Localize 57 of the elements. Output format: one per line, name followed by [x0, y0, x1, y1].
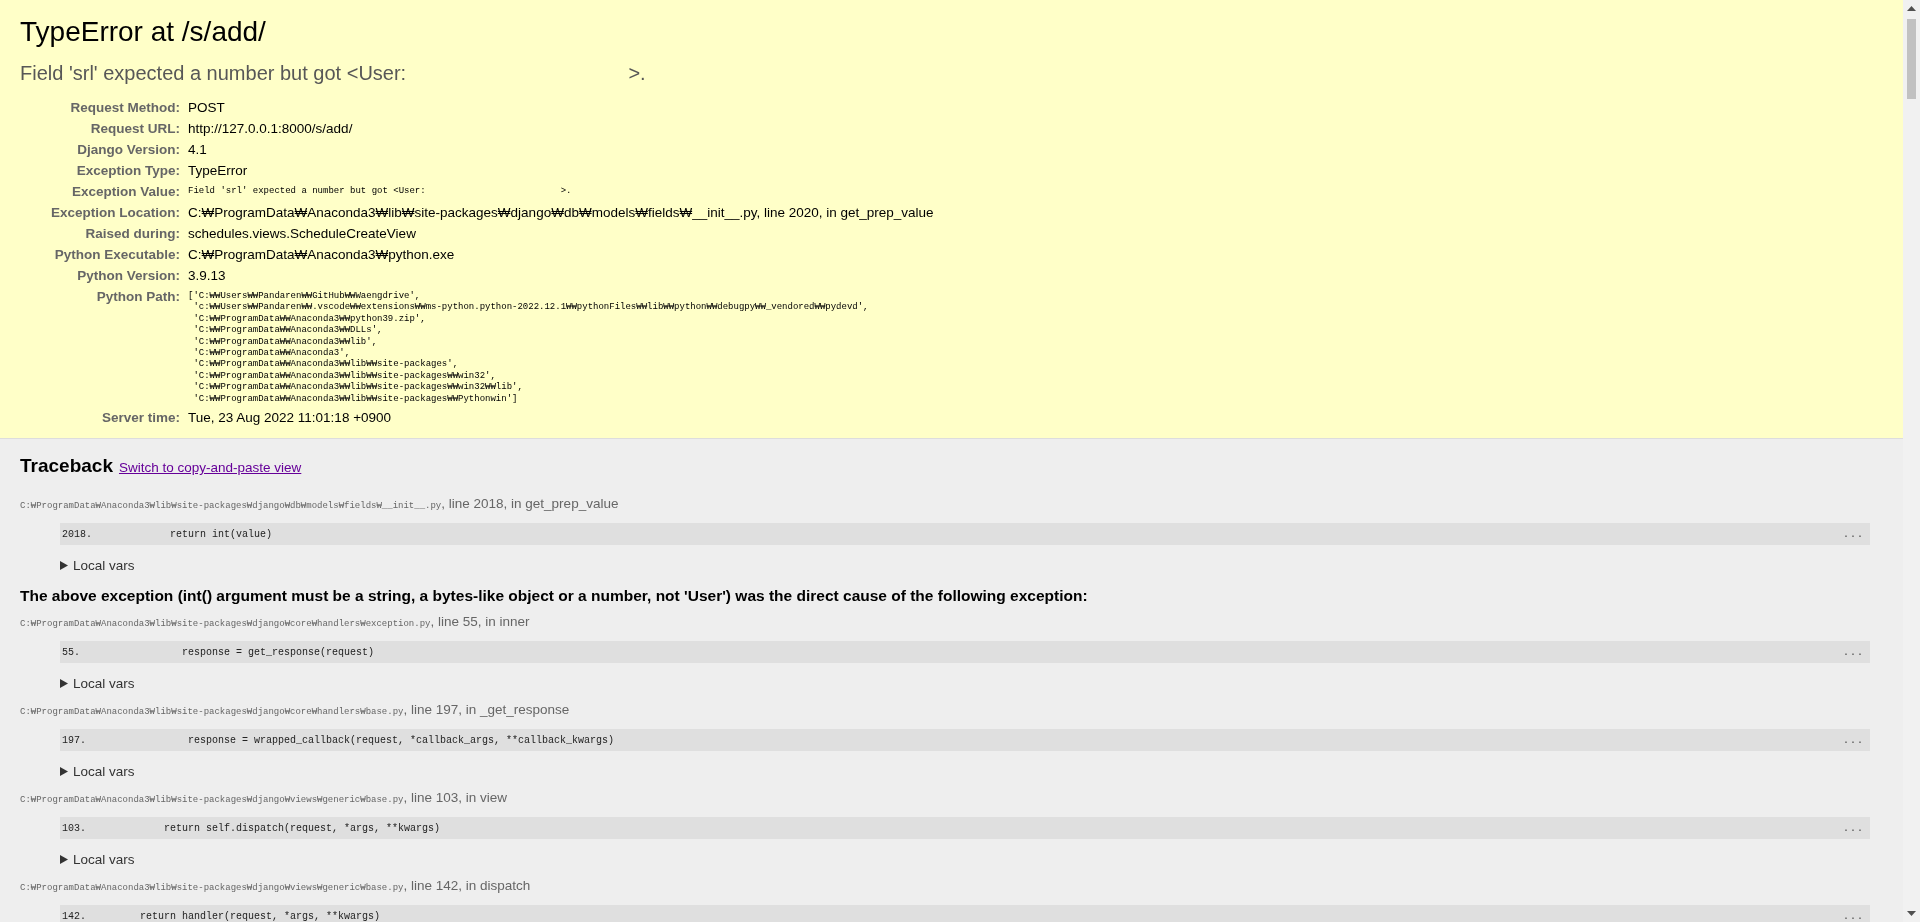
meta-label: Python Version:: [20, 265, 188, 286]
line-info: , line 103, in view: [403, 790, 508, 806]
meta-label: Request Method:: [69, 99, 181, 117]
path-line: 'C:₩₩ProgramData₩₩Anaconda3₩₩python39.zip',: [192, 313, 427, 325]
path-line: 'C:₩₩ProgramData₩₩Anaconda3₩₩DLLs',: [192, 325, 384, 337]
line-info: , line 2018, in get_prep_value: [441, 496, 619, 512]
line-info: , line 142, in dispatch: [403, 878, 531, 894]
triangle-icon[interactable]: [60, 855, 68, 865]
path-line: 'C:₩₩ProgramData₩₩Anaconda3',: [192, 348, 352, 359]
file-path: C:₩ProgramData₩Anaconda3₩lib₩site-packages₩django₩db₩models₩fields₩__init__.py: [20, 501, 442, 512]
meta-value: 4.1: [188, 142, 207, 157]
scroll-up-icon[interactable]: [1907, 6, 1916, 11]
meta-label: Server time:: [20, 407, 188, 429]
triangle-icon[interactable]: [60, 561, 68, 571]
section-title: Traceback: [20, 455, 113, 478]
meta-label: Raised during:: [20, 223, 188, 244]
path-line: 'C:₩₩ProgramData₩₩Anaconda3₩₩lib₩₩site-packages',: [192, 359, 460, 371]
scrollbar-thumb[interactable]: [1907, 19, 1916, 99]
meta-value: 3.9.13: [188, 268, 226, 283]
cause-message: The above exception (int() argument must be a string, a bytes-like object or a number, not 'User') was the direct cause of the following exception:: [20, 587, 1089, 606]
path-line: 'c:₩₩Users₩₩Pandaren₩₩.vscode₩₩extensions₩₩ms-python.python-2022.12.1₩₩pythonFiles₩₩lib₩₩python₩₩debugpy₩₩_vendored₩₩pydevd',: [192, 302, 870, 314]
local-vars-toggle[interactable]: Local vars: [73, 676, 135, 692]
line-info: , line 55, in inner: [430, 614, 530, 630]
file-path: C:₩ProgramData₩Anaconda3₩lib₩site-packages₩django₩views₩generic₩base.py: [20, 883, 404, 894]
triangle-icon[interactable]: [60, 767, 68, 777]
path-line: 'C:₩₩ProgramData₩₩Anaconda3₩₩lib',: [192, 336, 379, 348]
file-path: C:₩ProgramData₩Anaconda3₩lib₩site-packages₩django₩views₩generic₩base.py: [20, 795, 404, 806]
meta-label: Exception Type:: [20, 160, 188, 181]
meta-value: schedules.views.ScheduleCreateView: [188, 226, 416, 241]
meta-label: Python Path:: [95, 288, 181, 306]
local-vars-toggle[interactable]: Local vars: [73, 764, 135, 780]
file-path: C:₩ProgramData₩Anaconda3₩lib₩site-packages₩django₩core₩handlers₩exception.py: [20, 619, 431, 630]
meta-value: Field 'srl' expected a number but got <User: >.: [188, 186, 572, 196]
meta-label: Python Executable:: [20, 244, 188, 265]
path-line: 'C:₩₩ProgramData₩₩Anaconda3₩₩lib₩₩site-packages₩₩Pythonwin']: [192, 393, 519, 406]
meta-value: C:₩ProgramData₩Anaconda3₩python.exe: [188, 247, 455, 262]
path-line: 'C:₩₩ProgramData₩₩Anaconda3₩₩lib₩₩site-packages₩₩win32₩₩lib',: [192, 382, 524, 394]
meta-value: Tue, 23 Aug 2022 11:01:18 +0900: [188, 410, 392, 426]
local-vars-toggle[interactable]: Local vars: [73, 558, 135, 574]
meta-label: Exception Location:: [20, 202, 188, 223]
meta-value: http://127.0.0.1:8000/s/add/: [188, 121, 353, 136]
meta-value: TypeError: [188, 163, 248, 178]
meta-value: C:₩ProgramData₩Anaconda3₩lib₩site-packages₩django₩db₩models₩fields₩__init__.py, line 2020, in get_prep_value: [188, 205, 934, 220]
path-line: ['C:₩₩Users₩₩Pandaren₩₩GitHub₩₩Waengdrive',: [188, 291, 422, 302]
error-message: Field 'srl' expected a number but got <User: >.: [20, 62, 647, 85]
meta-label: Request URL:: [20, 118, 188, 139]
file-path: C:₩ProgramData₩Anaconda3₩lib₩site-packages₩django₩core₩handlers₩base.py: [20, 707, 404, 718]
path-line: 'C:₩₩ProgramData₩₩Anaconda3₩₩lib₩₩site-packages₩₩win32',: [192, 370, 497, 382]
meta-value: POST: [188, 100, 225, 115]
triangle-icon[interactable]: [60, 679, 68, 689]
meta-label: Django Version:: [20, 139, 188, 160]
local-vars-toggle[interactable]: Local vars: [73, 852, 135, 868]
scroll-down-icon[interactable]: [1907, 911, 1916, 916]
line-info: , line 197, in _get_response: [403, 702, 570, 718]
meta-label: Exception Value:: [20, 181, 188, 202]
copy-paste-link[interactable]: Switch to copy-and-paste view: [118, 460, 302, 476]
error-title: TypeError at /s/add/: [20, 16, 267, 48]
